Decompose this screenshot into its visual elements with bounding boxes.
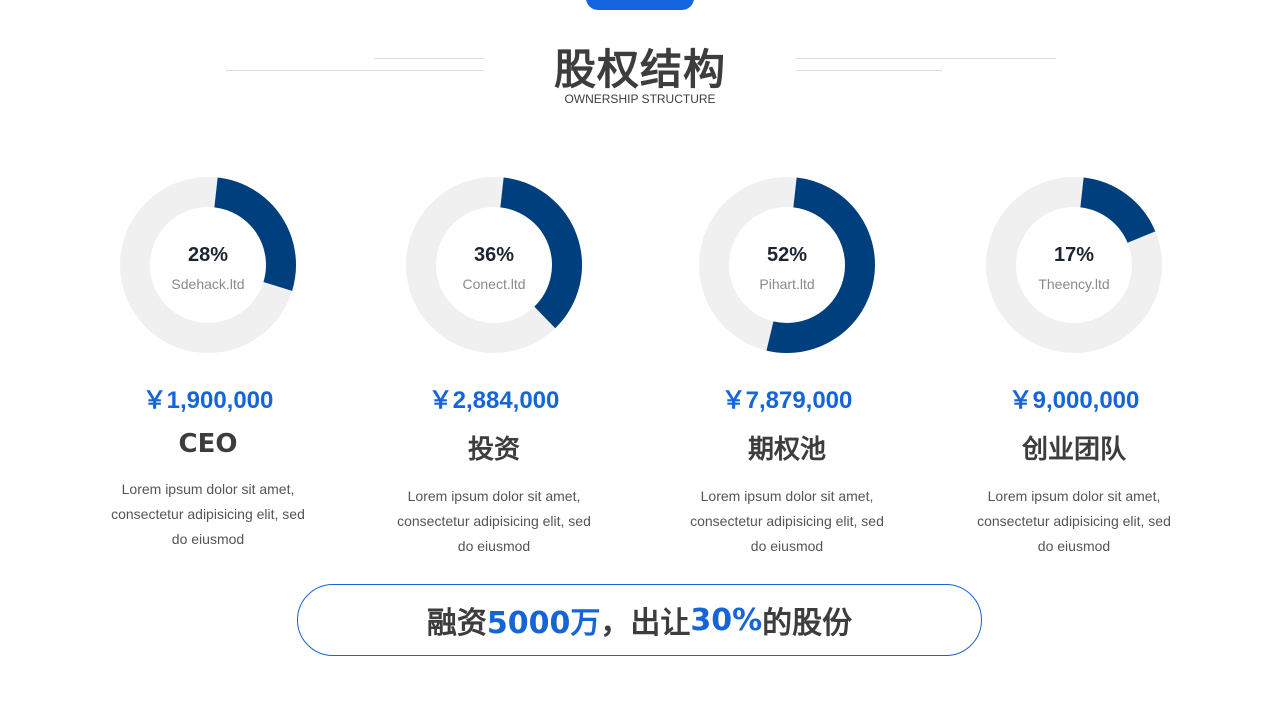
company-label: Pihart.ltd: [759, 276, 815, 292]
role-label: 投资: [467, 435, 520, 465]
percent-label: 36%: [473, 244, 515, 266]
banner-amount: 5000万: [486, 606, 601, 641]
stake-card-1: 28% Sdehack.ltd ￥1,900,000 CEO Lorem ips…: [78, 170, 338, 552]
stake-card-4: 17% Theency.ltd ￥9,000,000 创业团队 Lorem ip…: [944, 170, 1204, 559]
amount-value: ￥2,884,000: [428, 387, 560, 414]
role-label: 期权池: [747, 435, 826, 465]
banner-text-3: 的股份: [762, 606, 853, 641]
top-tab-decoration: [586, 0, 694, 10]
stake-card-3: 52% Pihart.ltd ￥7,879,000 期权池 Lorem ipsu…: [657, 170, 917, 559]
company-label: Sdehack.ltd: [171, 276, 245, 292]
percent-label: 28%: [187, 244, 229, 266]
banner-text-2: ，出让: [600, 606, 691, 641]
page-subtitle: OWNERSHIP STRUCTURE: [564, 92, 716, 106]
banner-text-1: 融资: [426, 606, 487, 641]
role-label: CEO: [178, 429, 238, 459]
amount-value: ￥9,000,000: [1008, 387, 1140, 414]
description-text: Lorem ipsum dolor sit amet, consectetur …: [111, 481, 305, 547]
donut-chart: 28% Sdehack.ltd: [113, 170, 303, 360]
amount-value: ￥1,900,000: [142, 387, 274, 414]
donut-slice: [213, 177, 296, 291]
company-label: Theency.ltd: [1038, 276, 1110, 292]
role-label: 创业团队: [1021, 435, 1126, 465]
funding-banner: 融资 5000万 ，出让 30% 的股份: [297, 584, 982, 656]
percent-label: 17%: [1053, 244, 1095, 266]
stake-card-2: 36% Conect.ltd ￥2,884,000 投资 Lorem ipsum…: [364, 170, 624, 559]
amount-value: ￥7,879,000: [721, 387, 853, 414]
company-label: Conect.ltd: [462, 276, 526, 292]
percent-label: 52%: [766, 244, 808, 266]
donut-slice: [1079, 177, 1156, 244]
description-text: Lorem ipsum dolor sit amet, consectetur …: [977, 488, 1171, 554]
description-text: Lorem ipsum dolor sit amet, consectetur …: [690, 488, 884, 554]
donut-chart: 52% Pihart.ltd: [692, 170, 882, 360]
banner-percent: 30%: [690, 602, 763, 638]
page-title: 股权结构: [553, 45, 726, 94]
description-text: Lorem ipsum dolor sit amet, consectetur …: [397, 488, 591, 554]
donut-chart: 17% Theency.ltd: [979, 170, 1169, 360]
donut-chart: 36% Conect.ltd: [399, 170, 589, 360]
